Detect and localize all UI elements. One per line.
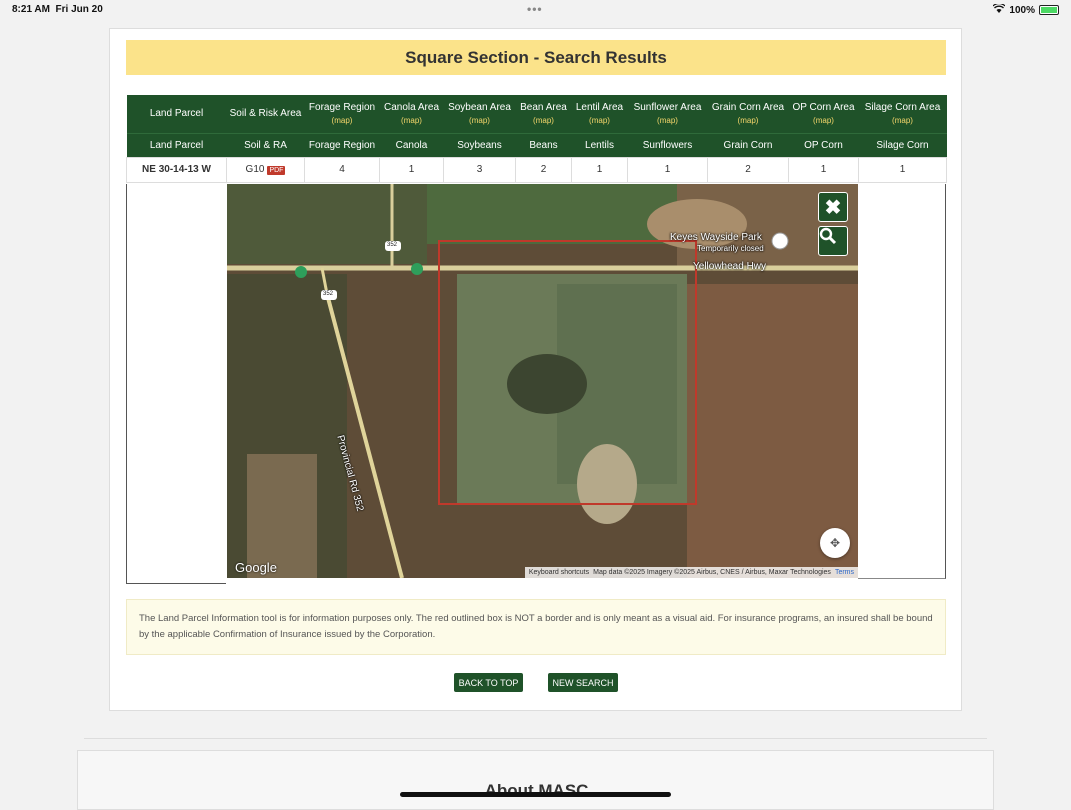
value-cell: 1 <box>627 156 708 183</box>
new-search-button[interactable]: NEW SEARCH <box>548 673 618 692</box>
value-cell: 2 <box>515 156 572 183</box>
header-10[interactable]: Silage Corn Area (map) <box>858 95 947 133</box>
value-cell: 1 <box>571 156 628 183</box>
google-logo: Google <box>235 560 277 575</box>
header-4[interactable]: Soybean Area (map) <box>443 95 516 133</box>
map-link[interactable]: (map) <box>446 116 514 125</box>
header-label: Grain Corn Area <box>711 102 785 114</box>
land-parcel-cell: NE 30-14-13 W <box>126 156 227 183</box>
value-cell: 4 <box>304 156 380 183</box>
header-label: Sunflower Area <box>633 102 702 114</box>
close-icon: ✖ <box>824 196 842 219</box>
about-title: About MASC <box>484 781 589 800</box>
table-row: NE 30-14-13 W G10 PDF 413211211 <box>126 156 947 183</box>
map-link[interactable]: (map) <box>382 116 442 125</box>
highway-label: Yellowhead Hwy <box>693 261 767 272</box>
map-link[interactable]: (map) <box>710 116 787 125</box>
map-row-left-cell <box>126 184 226 584</box>
wifi-icon <box>992 2 1006 16</box>
about-section: About MASC <box>77 750 994 810</box>
results-table: Land Parcel Soil & Risk Area Forage Region… <box>126 95 947 183</box>
value-cell: 3 <box>443 156 516 183</box>
map-link[interactable]: (map) <box>574 116 626 125</box>
pdf-link[interactable]: PDF <box>267 166 286 175</box>
satellite-map[interactable]: 352 352 Keyes Wayside Park Temporarily c… <box>227 184 858 578</box>
map-data-text: Map data ©2025 Imagery ©2025 Airbus, CNE… <box>593 569 831 576</box>
keyboard-shortcuts-link[interactable]: Keyboard shortcuts <box>529 569 589 576</box>
header-7[interactable]: Sunflower Area (map) <box>627 95 708 133</box>
header-row-short: Land Parcel Soil & RA Forage Region Canola S… <box>126 132 947 157</box>
header-label: Silage Corn Area <box>864 102 941 114</box>
subheader-3: Canola <box>379 132 444 157</box>
subheader-7: Sunflowers <box>627 132 708 157</box>
subheader-9: OP Corn <box>788 132 859 157</box>
header-label: Soybean Area <box>448 102 511 114</box>
status-bar: 8:21 AM Fri Jun 20 ••• 100% <box>0 0 1071 18</box>
subheader-5: Beans <box>515 132 572 157</box>
soil-value: G10 <box>245 164 265 175</box>
value-cell: 1 <box>379 156 444 183</box>
subheader-1: Soil & RA <box>226 132 305 157</box>
header-label: Lentil Area <box>575 102 624 114</box>
header-6[interactable]: Lentil Area (map) <box>571 95 628 133</box>
results-card: Square Section - Search Results Land Par… <box>109 28 962 711</box>
map-attribution: Keyboard shortcuts Map data ©2025 Imager… <box>524 567 858 578</box>
value-cell: 1 <box>788 156 859 183</box>
header-label: Forage Region <box>308 102 376 114</box>
header-label: Bean Area <box>520 102 567 114</box>
header-label: Land Parcel <box>149 108 204 120</box>
status-time: 8:21 AM Fri Jun 20 <box>12 4 103 15</box>
subheader-6: Lentils <box>571 132 628 157</box>
value-cell: 1 <box>858 156 947 183</box>
battery-percent: 100% <box>1009 4 1035 16</box>
header-2[interactable]: Forage Region (map) <box>304 95 380 133</box>
header-3[interactable]: Canola Area (map) <box>379 95 444 133</box>
route-shield-label-1: 352 <box>387 242 398 248</box>
header-8[interactable]: Grain Corn Area (map) <box>707 95 789 133</box>
header-row-areas: Land Parcel Soil & Risk Area Forage Region… <box>126 95 947 133</box>
subheader-8: Grain Corn <box>707 132 789 157</box>
route-shield-label-2: 352 <box>323 291 334 297</box>
multitask-dots-icon[interactable]: ••• <box>527 2 543 16</box>
map-link[interactable]: (map) <box>861 116 945 125</box>
terms-link[interactable]: Terms <box>835 569 854 576</box>
place-name-label[interactable]: Keyes Wayside Park <box>670 232 762 243</box>
close-map-button[interactable]: ✖ <box>818 192 848 222</box>
home-indicator[interactable] <box>400 792 671 797</box>
move-arrows-icon: ✥ <box>829 536 841 550</box>
map-link[interactable]: (map) <box>791 116 857 125</box>
header-label: Soil & Risk Area <box>229 108 302 120</box>
search-icon <box>819 227 837 245</box>
subheader-0: Land Parcel <box>126 132 227 157</box>
page-title: Square Section - Search Results <box>126 40 946 75</box>
subheader-4: Soybeans <box>443 132 516 157</box>
header-0: Land Parcel <box>126 95 227 133</box>
search-map-button[interactable] <box>818 226 848 256</box>
disclaimer-box: The Land Parcel Information tool is for … <box>126 599 946 655</box>
map-row-right-cell <box>858 184 946 579</box>
map-link[interactable]: (map) <box>518 116 570 125</box>
place-status-label: Temporarily closed <box>697 244 764 253</box>
back-to-top-button[interactable]: BACK TO TOP <box>454 673 523 692</box>
status-right: 100% <box>992 2 1059 16</box>
map-link[interactable]: (map) <box>630 116 706 125</box>
recenter-button[interactable]: ✥ <box>820 528 850 558</box>
header-1: Soil & Risk Area <box>226 95 305 133</box>
header-5[interactable]: Bean Area (map) <box>515 95 572 133</box>
subheader-2: Forage Region <box>304 132 380 157</box>
map-link[interactable]: (map) <box>307 116 378 125</box>
value-cell: 2 <box>707 156 789 183</box>
divider <box>84 738 987 739</box>
header-label: Canola Area <box>383 102 440 114</box>
soil-cell: G10 PDF <box>226 156 305 183</box>
subheader-10: Silage Corn <box>858 132 947 157</box>
header-9[interactable]: OP Corn Area (map) <box>788 95 859 133</box>
battery-icon <box>1039 5 1059 15</box>
header-label: OP Corn Area <box>792 102 855 114</box>
